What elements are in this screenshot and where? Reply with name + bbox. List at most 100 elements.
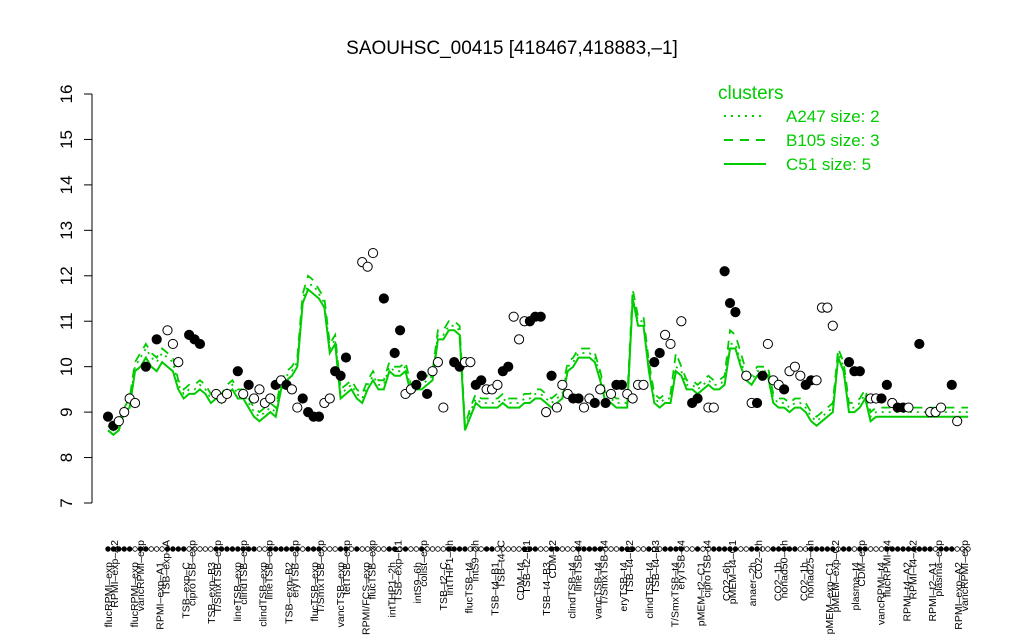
data-point [243,379,254,390]
rug-marker [538,546,544,552]
rug-marker [640,546,647,552]
data-point [394,325,406,336]
rug-marker [770,546,776,552]
data-point [573,393,584,404]
data-point [254,384,265,395]
legend-label: B105 size: 3 [786,131,880,150]
data-point [102,411,114,422]
rug-marker [327,546,333,552]
rug-marker [224,546,230,552]
y-tick-label: 16 [57,85,76,104]
rug-marker [867,546,874,552]
x-tick-label-bottom: TSB–exp–B3 [206,562,218,624]
cluster-expression-chart: SAOUHSC_00415 [418467,418883,–1] 7 8 9 10 11… [57,38,971,635]
data-point [427,366,438,377]
data-point [843,357,855,368]
x-tick-label-bottom: flucRPMI–exp [103,562,115,628]
data-point [789,361,801,372]
x-tick-label-bottom: eryTSB–t4 [618,562,630,612]
x-tick-label-bottom: clindTSB–t4 [644,562,656,619]
rug-marker [586,546,593,552]
x-tick-label-bottom: plasma–t4 [850,562,862,611]
data-point [221,388,233,400]
rug-marker [126,546,133,552]
data-point [589,397,600,409]
y-axis: 7 8 9 10 11 12 13 14 15 16 [57,85,93,508]
rug-marker [662,546,668,552]
data-point [578,402,590,413]
x-tick-label-bottom: CO2–1h [798,562,810,601]
rug-marker [278,546,284,552]
x-tick-label-bottom: CO2–6h [721,562,733,601]
data-point [551,402,563,413]
x-tick-label-bottom: vancTSB–t4 [592,562,604,619]
data-point [265,393,276,404]
data-point [881,379,892,390]
data-point [362,261,373,272]
rug-marker [435,546,441,552]
y-tick-label: 12 [57,266,76,285]
y-tick-label: 13 [57,221,76,240]
rug-marker [716,546,722,552]
rug-marker [429,546,436,552]
rug-marker [456,546,463,552]
x-tick-label-bottom: TSB–t4–B1 [489,562,501,616]
y-tick-label: 8 [57,453,76,462]
data-point [708,402,719,413]
data-point [903,402,914,413]
rug-marker [792,546,798,552]
data-point [627,393,638,404]
data-point [508,311,519,322]
data-point [692,393,703,404]
data-point [665,338,676,350]
rug-marker [922,546,928,552]
data-point [416,370,427,381]
rug-marker [153,546,160,552]
x-tick-label-bottom: flucTSB–exp [309,562,321,622]
rug-marker [846,546,852,552]
legend: clusters A247 size: 2 B105 size: 3 C51 siz… [718,83,880,174]
y-tick-label: 11 [57,312,76,330]
data-point [167,338,179,350]
x-tick-label-bottom: intS9–6h [412,562,424,604]
data-point [476,375,487,386]
y-tick-label: 15 [57,130,76,149]
rug-marker [229,546,236,552]
data-point [935,402,947,413]
data-point [438,402,449,413]
data-point [546,370,557,381]
rug-marker [256,546,263,552]
data-point [335,370,346,381]
rug-marker [121,546,127,552]
rug-marker [894,546,901,552]
data-point [119,407,130,418]
x-tick-label-bottom: T/SmxTSB–t4 [670,562,682,628]
legend-title: clusters [718,83,783,104]
data-point [600,397,611,409]
data-point [162,325,173,336]
rug-marker [148,546,154,552]
x-tick-label-bottom: flucRPMI–exp [129,562,141,628]
rug-marker [332,546,338,552]
data-point [248,393,260,404]
x-tick-label-bottom: clindTSB–exp [258,562,270,627]
data-point [465,357,476,368]
data-point [595,384,606,395]
legend-label: A247 size: 2 [786,107,880,126]
x-tick-label-bottom: RPMI–t2–A1 [927,562,939,622]
data-point [741,370,752,381]
data-point [541,407,552,418]
rug-marker [689,546,695,552]
x-tick-label-bottom: RPMI–exp–A1 [155,562,167,630]
data-point [503,361,514,372]
data-point [946,379,957,390]
rug-marker [949,546,955,552]
data-point [557,379,568,390]
data-point [638,379,649,390]
data-point [914,338,925,350]
rug-marker [694,546,701,552]
data-point [676,316,687,327]
x-tick-label-bottom: RPMI–exp–A2 [953,562,965,630]
rug-marker [743,546,749,552]
data-point [378,293,389,304]
